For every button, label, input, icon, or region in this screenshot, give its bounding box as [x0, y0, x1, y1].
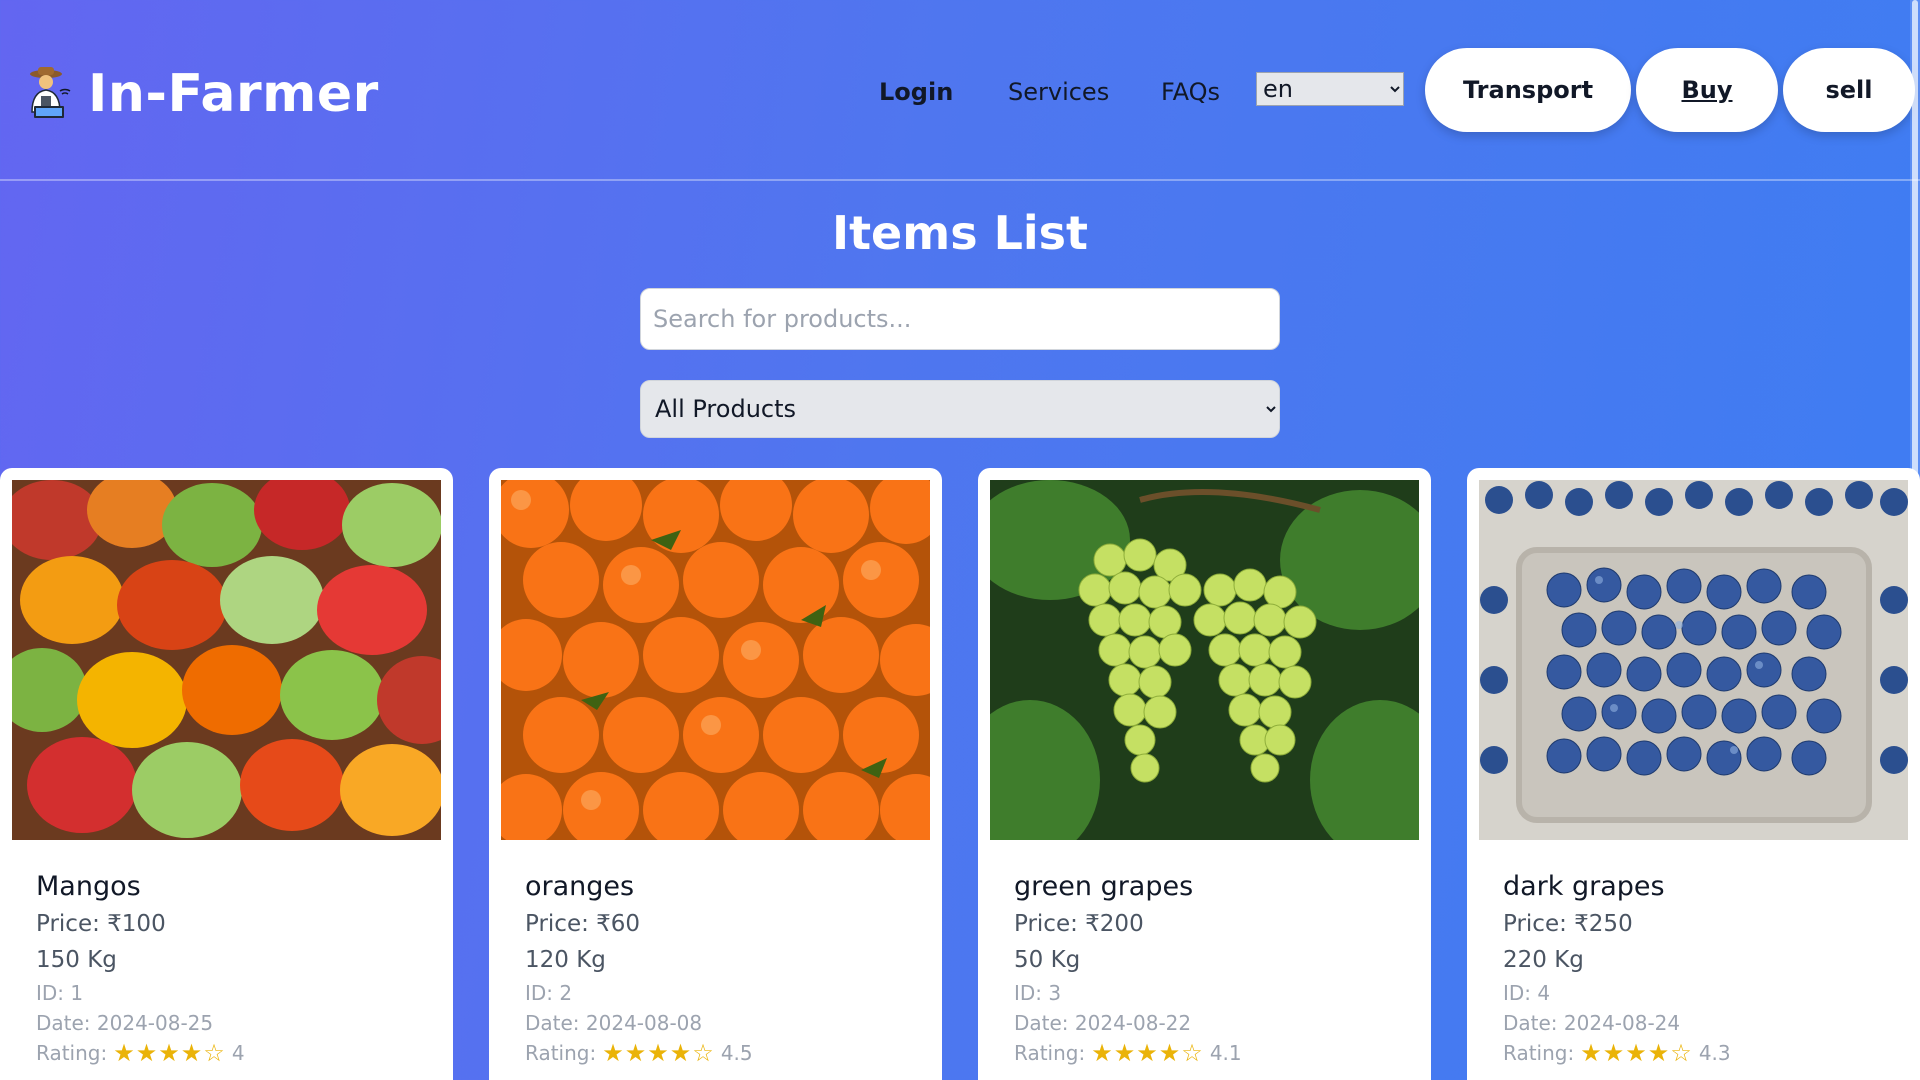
- rating-label: Rating:: [36, 1041, 108, 1065]
- product-details: green grapes Price: ₹200 50 Kg ID: 3 Dat…: [1014, 870, 1242, 1068]
- product-price: Price: ₹60: [525, 911, 641, 937]
- top-nav: Login Services FAQs en: [0, 72, 1920, 112]
- header: In-Farmer Login Services FAQs en Transpo…: [0, 0, 1920, 181]
- product-quantity: 220 Kg: [1503, 947, 1584, 973]
- page-title: Items List: [831, 206, 1089, 260]
- language-select[interactable]: en: [1256, 72, 1404, 106]
- nav-faqs-link[interactable]: FAQs: [1161, 78, 1220, 106]
- product-card[interactable]: Mangos Price: ₹100 150 Kg ID: 1 Date: 20…: [0, 468, 453, 1080]
- star-rating-icon: ★★★★☆: [113, 1039, 226, 1067]
- rating-value: 4.1: [1209, 1041, 1242, 1065]
- rating-label: Rating:: [525, 1041, 597, 1065]
- product-name: dark grapes: [1503, 871, 1665, 902]
- product-date: Date: 2024-08-08: [525, 1011, 703, 1035]
- rating-value: 4.3: [1698, 1041, 1731, 1065]
- product-image: [12, 480, 441, 840]
- product-image: [1479, 480, 1908, 840]
- nav-services-link[interactable]: Services: [1008, 78, 1109, 106]
- product-image: [501, 480, 930, 840]
- product-name: Mangos: [36, 871, 141, 902]
- category-select[interactable]: All Products: [640, 380, 1280, 438]
- nav-login-link[interactable]: Login: [879, 78, 953, 106]
- rating-value: 4: [231, 1041, 245, 1065]
- product-image: [990, 480, 1419, 840]
- product-date: Date: 2024-08-24: [1503, 1011, 1681, 1035]
- product-rating: Rating: ★★★★☆ 4.1: [1014, 1038, 1242, 1068]
- product-card[interactable]: dark grapes Price: ₹250 220 Kg ID: 4 Dat…: [1467, 468, 1920, 1080]
- product-card[interactable]: green grapes Price: ₹200 50 Kg ID: 3 Dat…: [978, 468, 1431, 1080]
- product-price: Price: ₹100: [36, 911, 166, 937]
- rating-label: Rating:: [1014, 1041, 1086, 1065]
- product-id: ID: 2: [525, 981, 573, 1005]
- product-name: oranges: [525, 871, 635, 902]
- rating-label: Rating:: [1503, 1041, 1575, 1065]
- search-input[interactable]: [640, 288, 1280, 350]
- product-rating: Rating: ★★★★☆ 4: [36, 1038, 245, 1068]
- product-rating: Rating: ★★★★☆ 4.5: [525, 1038, 753, 1068]
- product-price: Price: ₹200: [1014, 911, 1144, 937]
- product-quantity: 50 Kg: [1014, 947, 1081, 973]
- scrollbar-thumb[interactable]: [1912, 0, 1918, 525]
- sell-button[interactable]: sell: [1783, 48, 1915, 132]
- product-quantity: 150 Kg: [36, 947, 117, 973]
- product-rating: Rating: ★★★★☆ 4.3: [1503, 1038, 1731, 1068]
- product-details: Mangos Price: ₹100 150 Kg ID: 1 Date: 20…: [36, 870, 245, 1068]
- product-id: ID: 3: [1014, 981, 1062, 1005]
- product-details: oranges Price: ₹60 120 Kg ID: 2 Date: 20…: [525, 870, 753, 1068]
- product-card[interactable]: oranges Price: ₹60 120 Kg ID: 2 Date: 20…: [489, 468, 942, 1080]
- product-price: Price: ₹250: [1503, 911, 1633, 937]
- product-id: ID: 1: [36, 981, 84, 1005]
- star-rating-icon: ★★★★☆: [602, 1039, 715, 1067]
- product-id: ID: 4: [1503, 981, 1551, 1005]
- product-details: dark grapes Price: ₹250 220 Kg ID: 4 Dat…: [1503, 870, 1731, 1068]
- star-rating-icon: ★★★★☆: [1580, 1039, 1693, 1067]
- buy-button[interactable]: Buy: [1636, 48, 1778, 132]
- product-quantity: 120 Kg: [525, 947, 606, 973]
- star-rating-icon: ★★★★☆: [1091, 1039, 1204, 1067]
- transport-button[interactable]: Transport: [1425, 48, 1631, 132]
- product-name: green grapes: [1014, 871, 1194, 902]
- product-date: Date: 2024-08-25: [36, 1011, 214, 1035]
- product-date: Date: 2024-08-22: [1014, 1011, 1192, 1035]
- rating-value: 4.5: [720, 1041, 753, 1065]
